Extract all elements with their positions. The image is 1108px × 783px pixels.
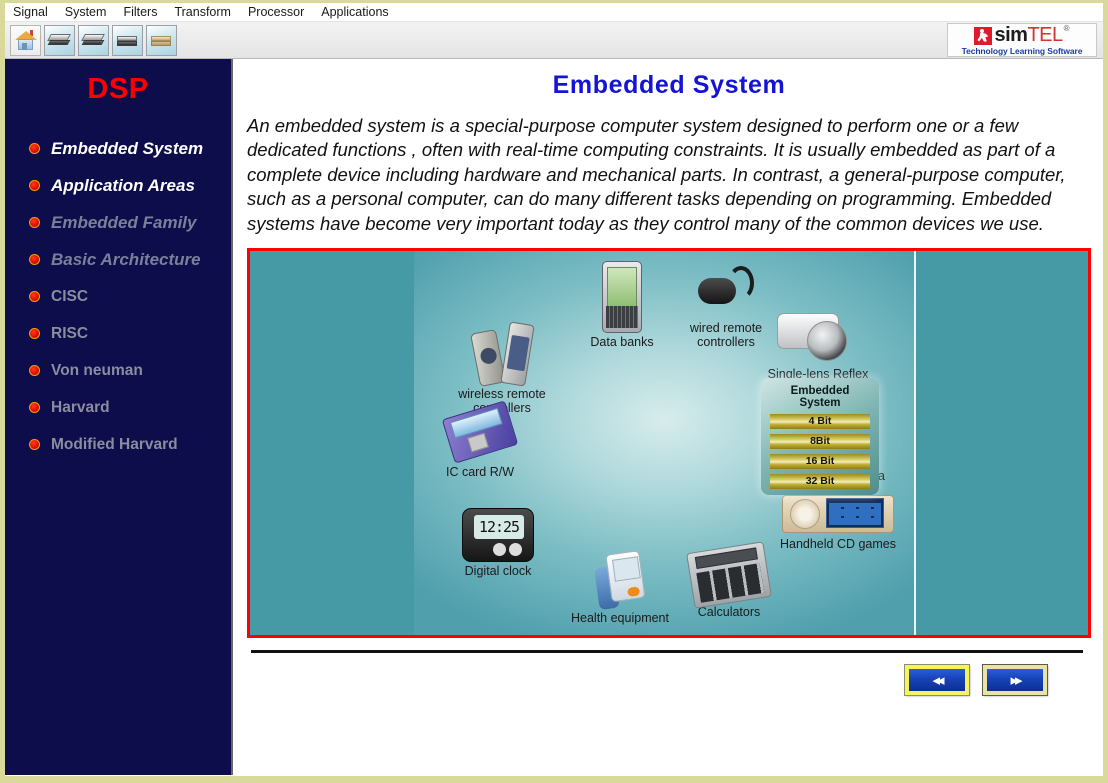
sidebar-item-embedded-family[interactable]: Embedded Family bbox=[5, 204, 231, 241]
bullet-icon bbox=[29, 180, 40, 191]
page-title: Embedded System bbox=[552, 71, 786, 99]
bullet-icon bbox=[29, 328, 40, 339]
sidebar-item-cisc[interactable]: CISC bbox=[5, 278, 231, 315]
next-button[interactable]: ▸▸ bbox=[982, 664, 1048, 697]
device-calculators: Calculators bbox=[669, 541, 789, 619]
registered-icon: ® bbox=[1063, 24, 1070, 33]
sidebar-item-basic-architecture[interactable]: Basic Architecture bbox=[5, 241, 231, 278]
menu-item-processor[interactable]: Processor bbox=[248, 5, 314, 19]
sidebar-title: DSP bbox=[87, 73, 149, 105]
device-ic-card-rw: IC card R/W bbox=[424, 400, 536, 480]
main-body: DSP Embedded System Application Areas Em… bbox=[5, 59, 1103, 775]
book-icon bbox=[150, 33, 173, 47]
menu-item-system[interactable]: System bbox=[65, 5, 117, 19]
device-label: Data banks bbox=[590, 335, 654, 350]
bullet-icon bbox=[29, 143, 40, 154]
logo-brand-right: TEL bbox=[1027, 24, 1063, 46]
device-handheld-cd-games: Handheld CD games bbox=[769, 489, 907, 551]
simtel-mark-icon bbox=[974, 26, 993, 45]
menu-item-applications[interactable]: Applications bbox=[321, 5, 398, 19]
sidebar-item-label: Application Areas bbox=[51, 175, 195, 195]
double-right-arrow-icon: ▸▸ bbox=[1010, 672, 1022, 690]
bullet-icon bbox=[29, 439, 40, 450]
book-icon bbox=[46, 33, 71, 47]
sidebar-item-modified-harvard[interactable]: Modified Harvard bbox=[5, 426, 231, 463]
device-label: Handheld CD games bbox=[779, 537, 897, 552]
menu-item-transform[interactable]: Transform bbox=[174, 5, 241, 19]
clock-display: 12:25 bbox=[474, 515, 524, 540]
device-label: Digital clock bbox=[464, 564, 532, 579]
device-label: Calculators bbox=[697, 605, 761, 620]
ic-card-reader-icon bbox=[441, 400, 519, 464]
logo-brand-left: sim bbox=[994, 24, 1028, 46]
book-button-1[interactable] bbox=[44, 24, 75, 56]
remote-control-icon bbox=[499, 321, 535, 387]
sidebar-item-label: Embedded System bbox=[51, 138, 204, 158]
digital-clock-icon: 12:25 bbox=[462, 508, 534, 563]
device-health-equipment: Health equipment bbox=[554, 550, 686, 626]
sidebar-item-embedded-system[interactable]: Embedded System bbox=[5, 130, 231, 167]
content-pane: Embedded System An embedded system is a … bbox=[233, 59, 1103, 775]
bullet-icon bbox=[29, 217, 40, 228]
sidebar: DSP Embedded System Application Areas Em… bbox=[5, 59, 233, 775]
bit-bar-32: 32 Bit bbox=[770, 474, 870, 490]
menu-bar: Signal System Filters Transform Processo… bbox=[5, 3, 1103, 22]
page-paragraph: An embedded system is a special-purpose … bbox=[247, 115, 1066, 234]
illustration-photo: wireless remote controllers Data banks w… bbox=[414, 251, 916, 636]
handheld-cd-icon bbox=[782, 491, 894, 535]
device-digital-clock: 12:25 Digital clock bbox=[442, 504, 554, 578]
menu-item-signal[interactable]: Signal bbox=[13, 5, 58, 19]
menu-item-filters[interactable]: Filters bbox=[123, 5, 167, 19]
embedded-system-box-title: Embedded System bbox=[790, 385, 850, 410]
sidebar-item-label: Embedded Family bbox=[51, 212, 197, 232]
logo-tagline: Technology Learning Software bbox=[961, 45, 1083, 56]
sidebar-item-label: Von neuman bbox=[51, 361, 143, 379]
sidebar-item-label: CISC bbox=[51, 287, 89, 305]
sidebar-item-label: Basic Architecture bbox=[51, 249, 201, 269]
bit-bar-16: 16 Bit bbox=[770, 454, 870, 470]
sidebar-item-label: Modified Harvard bbox=[51, 435, 178, 453]
book-button-4[interactable] bbox=[146, 24, 177, 56]
sidebar-item-application-areas[interactable]: Application Areas bbox=[5, 167, 231, 204]
bit-bar-8: 8Bit bbox=[770, 434, 870, 450]
toolbar: sim TEL ® Technology Learning Software bbox=[5, 22, 1103, 59]
sidebar-item-risc[interactable]: RISC bbox=[5, 315, 231, 352]
book-button-3[interactable] bbox=[112, 24, 143, 56]
home-button[interactable] bbox=[10, 24, 41, 56]
bullet-icon bbox=[29, 365, 40, 376]
pda-icon bbox=[602, 261, 642, 334]
navigation-buttons: ◂◂ ▸▸ bbox=[247, 653, 1091, 697]
book-icon bbox=[116, 33, 139, 47]
slr-camera-icon bbox=[777, 307, 859, 365]
simtel-logo: sim TEL ® Technology Learning Software bbox=[947, 23, 1097, 57]
bullet-icon bbox=[29, 291, 40, 302]
sidebar-item-harvard[interactable]: Harvard bbox=[5, 389, 231, 426]
sidebar-item-label: Harvard bbox=[51, 398, 110, 416]
device-label: IC card R/W bbox=[445, 465, 515, 480]
book-button-2[interactable] bbox=[78, 24, 109, 56]
illustration-panel: wireless remote controllers Data banks w… bbox=[247, 248, 1091, 639]
bit-bar-4: 4 Bit bbox=[770, 414, 870, 430]
embedded-system-box: Embedded System 4 Bit 8Bit 16 Bit 32 Bit bbox=[761, 378, 879, 496]
bullet-icon bbox=[29, 402, 40, 413]
device-data-banks: Data banks bbox=[574, 257, 670, 349]
blood-pressure-monitor-icon bbox=[592, 550, 647, 612]
device-label: Health equipment bbox=[571, 611, 669, 626]
book-icon bbox=[80, 33, 105, 47]
double-left-arrow-icon: ◂◂ bbox=[932, 672, 944, 690]
bullet-icon bbox=[29, 254, 40, 265]
calculator-icon bbox=[686, 541, 772, 609]
wired-remote-icon bbox=[698, 264, 754, 319]
sidebar-item-von-neuman[interactable]: Von neuman bbox=[5, 352, 231, 389]
sidebar-item-label: RISC bbox=[51, 324, 89, 342]
home-icon bbox=[14, 29, 38, 51]
previous-button[interactable]: ◂◂ bbox=[904, 664, 970, 697]
application-window: Signal System Filters Transform Processo… bbox=[0, 0, 1108, 783]
